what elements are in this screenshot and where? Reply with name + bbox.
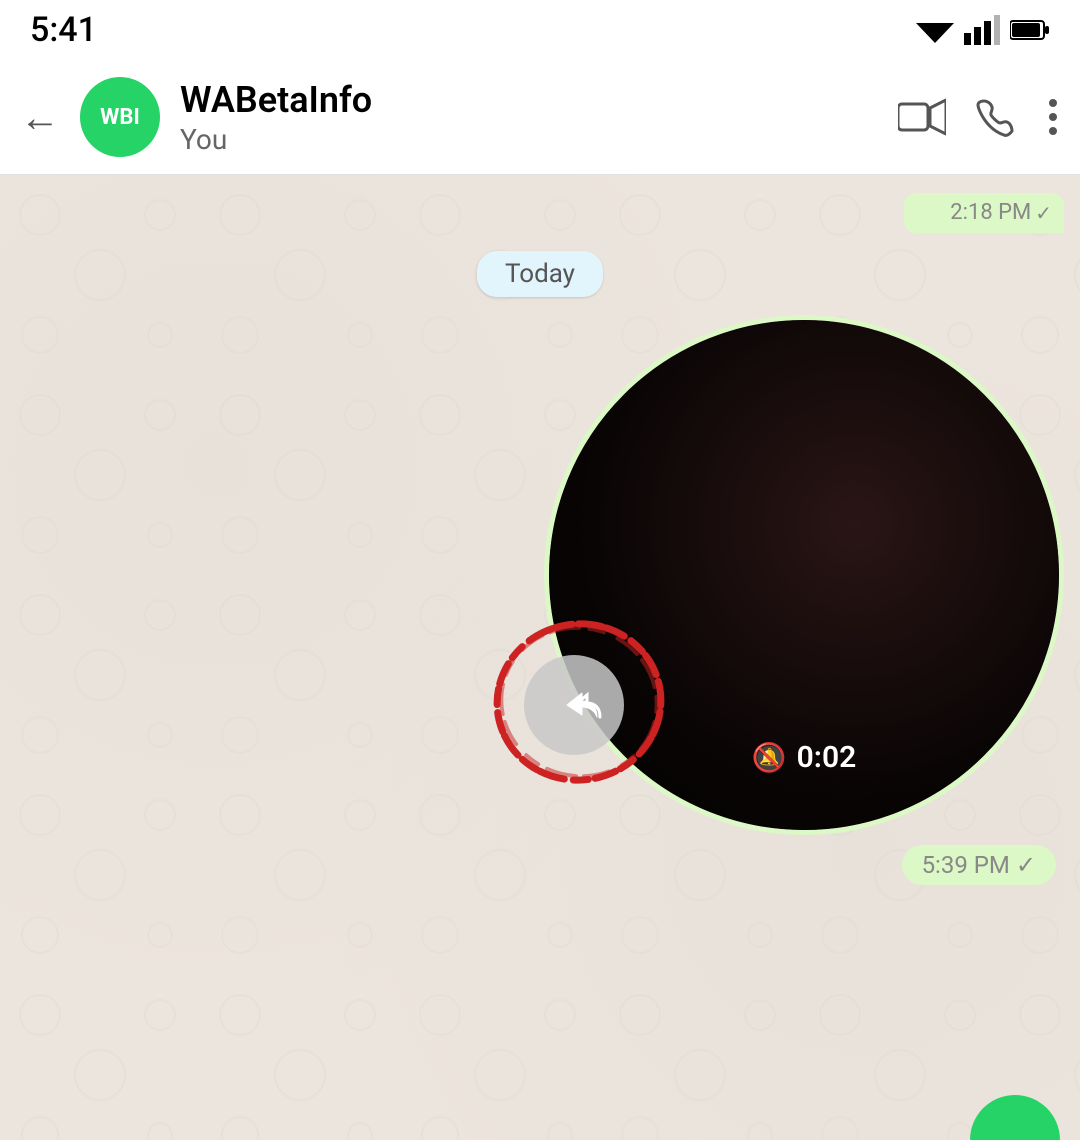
forward-icon [547,685,602,725]
video-circle-wrapper[interactable]: 🔕 0:02 [544,315,1064,835]
message-bubble-previous: 2:18 PM ✓ [904,193,1064,233]
video-circle[interactable]: 🔕 0:02 [544,315,1064,835]
signal-icon [964,15,1000,45]
chat-content: 2:18 PM ✓ Today 🔕 0:02 [0,175,1080,895]
back-button[interactable]: ← [20,94,60,141]
contact-status: You [180,123,878,156]
video-call-icon[interactable] [898,98,946,136]
status-bar: 5:41 [0,0,1080,60]
more-options-icon[interactable] [1046,97,1060,137]
mute-icon: 🔕 [752,741,787,774]
chat-background: 2:18 PM ✓ Today 🔕 0:02 [0,175,1080,1140]
contact-info: WABetaInfo You [180,79,878,156]
message-check-previous: ✓ [1035,201,1052,225]
phone-icon[interactable] [976,97,1016,137]
status-time: 5:41 [30,10,97,50]
forward-button[interactable] [524,655,624,755]
video-message-container: 🔕 0:02 [16,315,1064,835]
date-pill: Today [477,251,603,297]
contact-name: WABetaInfo [180,79,878,121]
video-time-text: 5:39 PM [922,851,1010,879]
battery-icon [1010,19,1050,41]
wifi-icon [916,15,954,45]
previous-message: 2:18 PM ✓ [16,193,1064,233]
video-duration: 0:02 [797,740,857,775]
contact-avatar[interactable]: WBI [80,77,160,157]
date-separator: Today [16,251,1064,297]
app-bar: ← WBI WABetaInfo You [0,60,1080,175]
avatar-initials: WBI [100,105,140,130]
video-message-time-row: 5:39 PM ✓ [16,845,1064,885]
video-meta: 🔕 0:02 [752,740,856,775]
header-actions [898,97,1060,137]
bottom-green-circle [970,1095,1060,1140]
video-check-icon: ✓ [1016,851,1036,879]
message-time-previous: 2:18 PM ✓ [950,200,1052,225]
status-icons [916,15,1050,45]
video-message-time: 5:39 PM ✓ [902,845,1056,885]
